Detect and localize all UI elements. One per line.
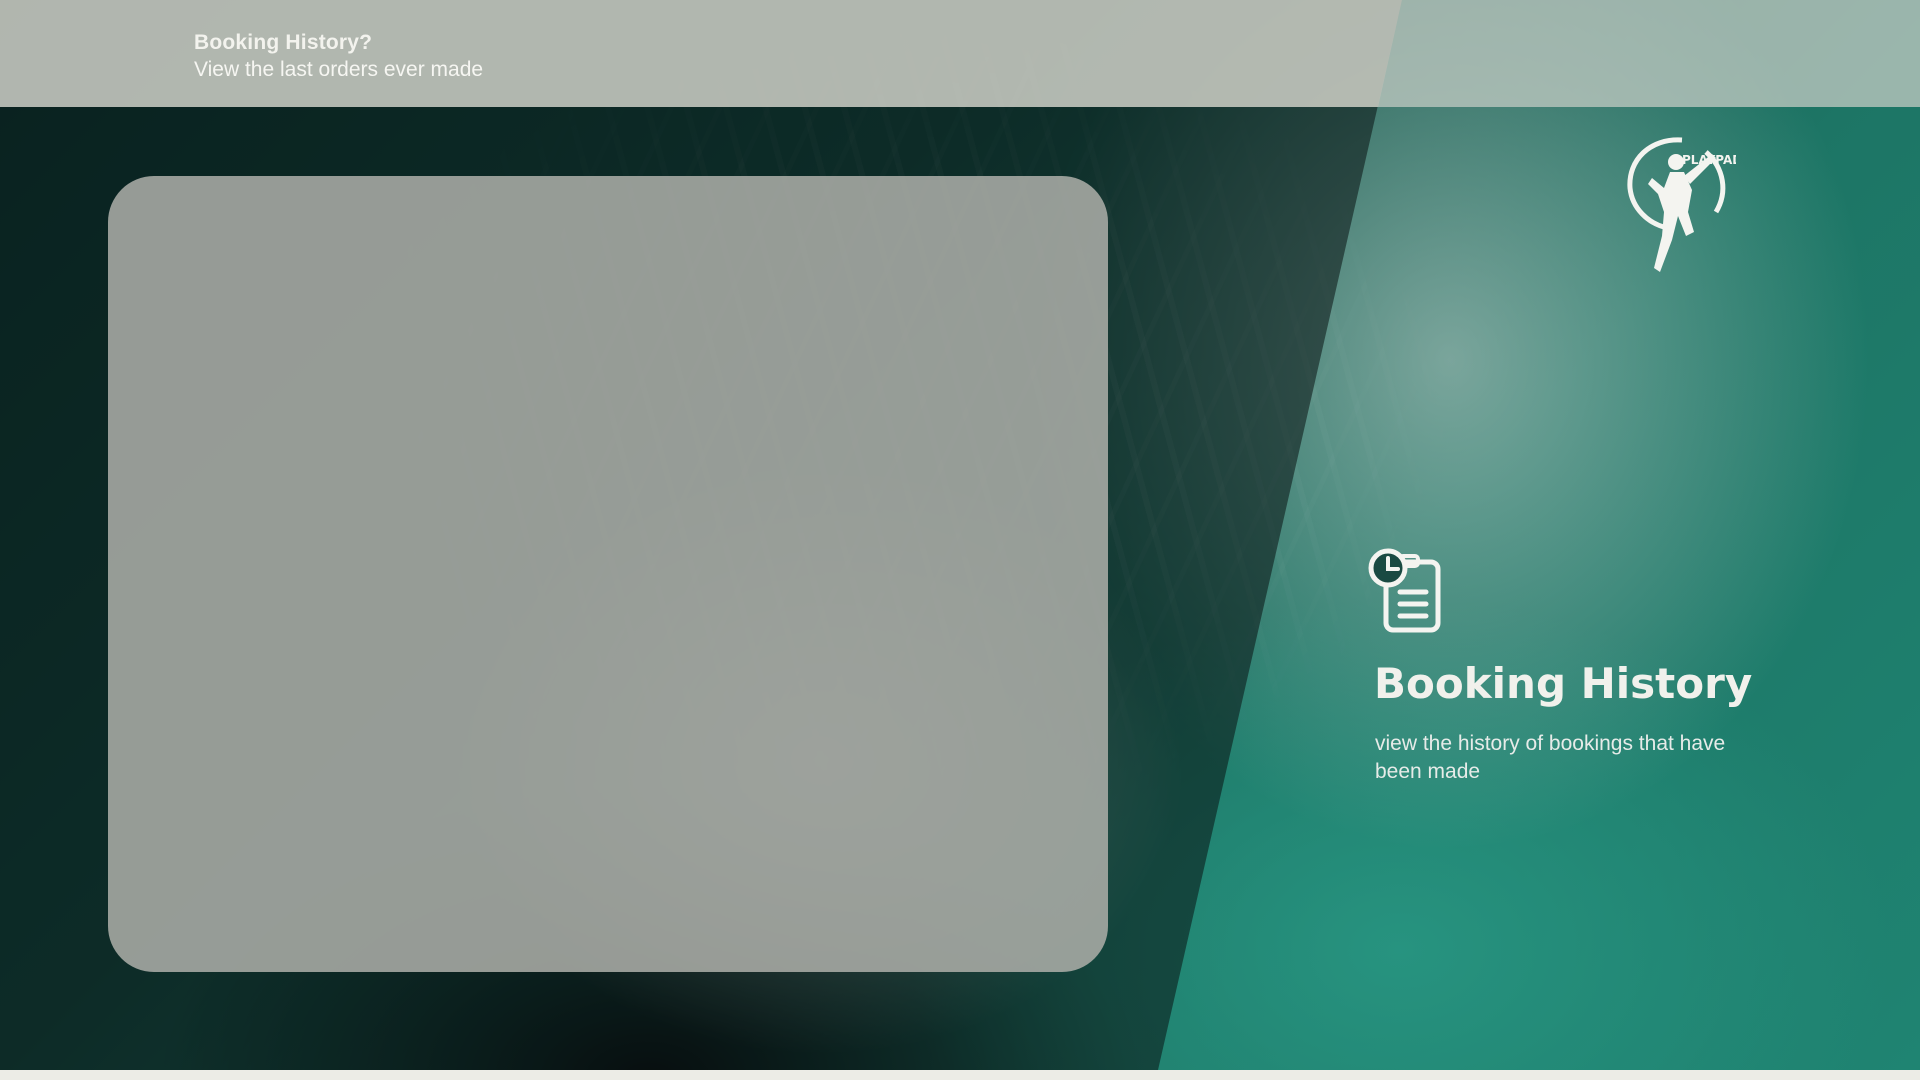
booking-history-page: Booking History? View the last orders ev… <box>0 0 1920 1080</box>
booking-history-panel <box>108 176 1108 972</box>
player-silhouette <box>1648 154 1716 272</box>
footer-strip <box>0 1070 1920 1080</box>
page-subtitle: View the last orders ever made <box>194 58 484 81</box>
header-text-block: Booking History? View the last orders ev… <box>194 30 483 84</box>
logo-text: PLAYPAD <box>1682 153 1736 167</box>
clock-document-icon <box>1368 548 1441 633</box>
page-title: Booking History? <box>194 31 373 54</box>
booking-history-heading: Booking History <box>1374 659 1753 708</box>
booking-history-description: view the history of bookings that have b… <box>1375 732 1726 783</box>
playpad-logo: PLAYPAD <box>1627 137 1736 272</box>
